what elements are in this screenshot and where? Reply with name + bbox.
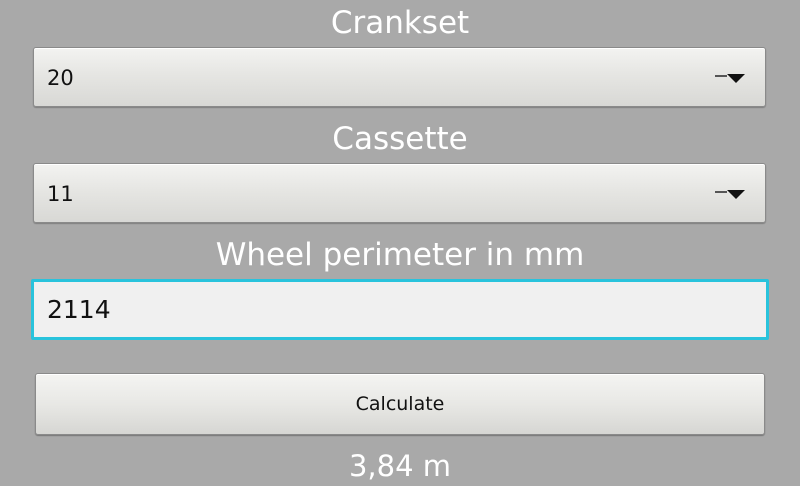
crankset-selected-value: 20: [47, 66, 74, 90]
result-text: 3,84 m: [348, 449, 452, 483]
calculate-button[interactable]: Calculate: [35, 373, 765, 435]
spinner-caret-line: [715, 191, 727, 193]
crankset-spinner[interactable]: 20: [33, 47, 766, 107]
wheel-perimeter-input[interactable]: [31, 279, 769, 340]
dropdown-caret-icon: [727, 190, 745, 199]
crankset-label: Crankset: [330, 5, 470, 41]
cassette-selected-value: 11: [47, 182, 74, 206]
cassette-spinner[interactable]: 11: [33, 163, 766, 223]
cassette-label: Cassette: [332, 121, 468, 157]
wheel-perimeter-label: Wheel perimeter in mm: [215, 237, 585, 273]
spinner-caret-line: [715, 75, 727, 77]
dropdown-caret-icon: [727, 74, 745, 83]
